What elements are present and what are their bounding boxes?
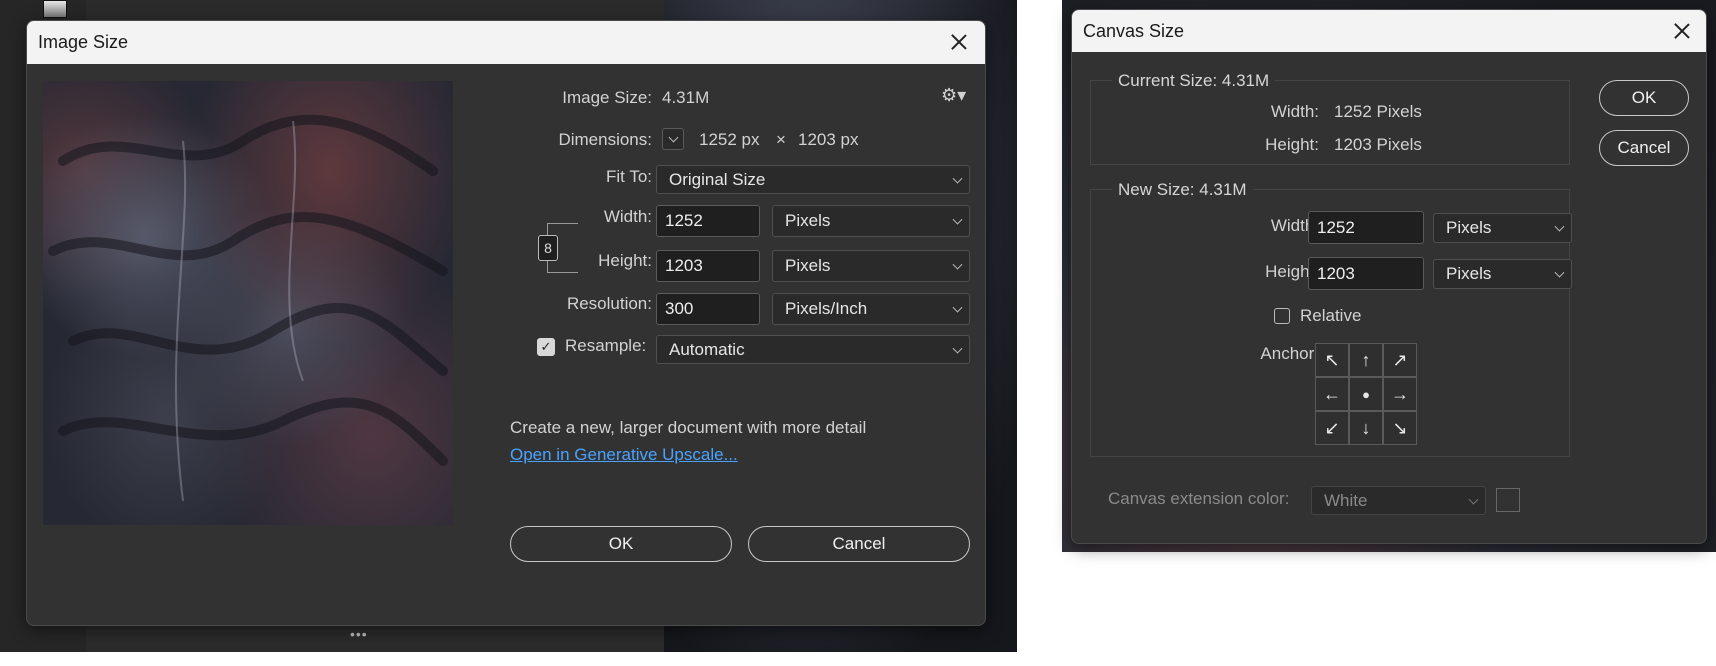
resample-value: Automatic <box>669 339 745 359</box>
height-label: Height: <box>598 251 652 270</box>
chevron-down-icon <box>952 259 963 270</box>
anchor-sw-icon[interactable]: ↙ <box>1315 411 1349 445</box>
width-label: Width: <box>603 207 652 226</box>
dimensions-times: × <box>776 130 786 149</box>
extension-color-swatch[interactable] <box>1496 488 1520 512</box>
resolution-unit-select[interactable]: Pixels/Inch <box>772 293 970 325</box>
height-unit-value: Pixels <box>785 256 831 275</box>
current-size-group <box>1090 80 1570 165</box>
canvas-height-input[interactable]: 1203 <box>1308 257 1424 290</box>
close-icon[interactable] <box>1674 23 1690 39</box>
image-size-dialog: Image Size Image Size: 4.31M ⚙▾ Dimensio… <box>26 20 986 626</box>
anchor-w-icon[interactable]: ← <box>1315 377 1349 411</box>
dimensions-height: 1203 px <box>798 130 859 149</box>
fit-to-select[interactable]: Original Size <box>656 165 970 194</box>
canvas-cancel-button[interactable]: Cancel <box>1599 130 1689 166</box>
chevron-down-icon <box>1554 267 1565 278</box>
extension-color-label: Canvas extension color: <box>1108 489 1290 508</box>
chevron-down-icon <box>952 302 963 313</box>
width-value: 1252 <box>665 211 703 230</box>
ok-label: OK <box>608 534 634 553</box>
chevron-down-icon <box>952 173 963 184</box>
canvas-width-value: 1252 <box>1317 217 1355 237</box>
canvas-size-dialog: Canvas Size Current Size: 4.31M Width: 1… <box>1071 9 1707 544</box>
image-size-value: 4.31M <box>662 88 710 107</box>
image-size-label: Image Size: <box>562 88 652 107</box>
constrain-link-icon[interactable]: 8 <box>538 235 558 261</box>
canvas-cancel-label: Cancel <box>1617 138 1671 157</box>
fit-to-label: Fit To: <box>606 167 652 186</box>
height-value: 1203 <box>665 256 703 275</box>
cancel-button[interactable]: Cancel <box>748 526 970 562</box>
dimensions-width: 1252 px <box>699 130 760 149</box>
anchor-nw-icon[interactable]: ↖ <box>1315 343 1349 377</box>
canvas-width-unit-value: Pixels <box>1446 218 1492 237</box>
dimensions-dropdown-button[interactable] <box>662 128 684 150</box>
relative-label: Relative <box>1300 306 1362 325</box>
canvas-ok-label: OK <box>1631 88 1657 107</box>
canvas-height-unit-select[interactable]: Pixels <box>1433 259 1572 289</box>
chevron-down-icon <box>952 214 963 225</box>
dialog-title: Image Size <box>38 32 129 52</box>
height-input[interactable]: 1203 <box>656 250 760 282</box>
resolution-unit-value: Pixels/Inch <box>785 299 868 318</box>
relative-checkbox[interactable] <box>1274 308 1290 324</box>
chevron-down-icon <box>952 343 963 354</box>
current-width-value: 1252 Pixels <box>1334 102 1422 121</box>
chevron-down-icon <box>1554 221 1565 232</box>
ok-button[interactable]: OK <box>510 526 732 562</box>
new-size-title: New Size: 4.31M <box>1112 180 1253 200</box>
canvas-height-unit-value: Pixels <box>1446 264 1492 283</box>
preview-texture <box>48 114 448 502</box>
gear-icon[interactable]: ⚙▾ <box>941 85 966 106</box>
resample-label: Resample: <box>565 336 647 355</box>
anchor-grid: ↖ ↑ ↗ ← ● → ↙ ↓ ↘ <box>1315 343 1417 445</box>
canvas-width-input[interactable]: 1252 <box>1308 211 1424 244</box>
anchor-n-icon[interactable]: ↑ <box>1349 343 1383 377</box>
resample-checkbox[interactable]: ✓ <box>537 338 555 356</box>
generative-upscale-link[interactable]: Open in Generative Upscale... <box>510 445 738 465</box>
upscale-description: Create a new, larger document with more … <box>510 418 867 437</box>
anchor-s-icon[interactable]: ↓ <box>1349 411 1383 445</box>
resolution-value: 300 <box>665 299 694 318</box>
dimensions-label: Dimensions: <box>558 130 652 149</box>
extension-color-value: White <box>1324 490 1368 510</box>
dialog-title: Canvas Size <box>1083 21 1185 41</box>
anchor-label: Anchor: <box>1260 344 1319 363</box>
canvas-height-value: 1203 <box>1317 263 1355 283</box>
anchor-center-icon[interactable]: ● <box>1349 377 1383 411</box>
anchor-se-icon[interactable]: ↘ <box>1383 411 1417 445</box>
canvas-width-unit-select[interactable]: Pixels <box>1433 213 1572 243</box>
current-size-title: Current Size: 4.31M <box>1112 71 1276 91</box>
width-unit-select[interactable]: Pixels <box>772 205 970 237</box>
current-height-value: 1203 Pixels <box>1334 135 1422 154</box>
chevron-down-icon <box>1468 494 1479 505</box>
width-unit-value: Pixels <box>785 211 831 230</box>
fit-to-value: Original Size <box>669 169 766 189</box>
image-size-titlebar: Image Size <box>27 21 985 64</box>
more-dots-icon[interactable]: ••• <box>350 626 368 642</box>
anchor-e-icon[interactable]: → <box>1383 377 1417 411</box>
anchor-ne-icon[interactable]: ↗ <box>1383 343 1417 377</box>
height-unit-select[interactable]: Pixels <box>772 250 970 282</box>
resolution-label: Resolution: <box>566 294 652 313</box>
canvas-ok-button[interactable]: OK <box>1599 80 1689 116</box>
extension-color-select[interactable]: White <box>1311 486 1486 515</box>
close-icon[interactable] <box>951 34 967 50</box>
chevron-down-icon <box>668 132 678 142</box>
current-height-label: Height: <box>1265 135 1319 154</box>
canvas-size-titlebar: Canvas Size <box>1072 10 1706 52</box>
width-input[interactable]: 1252 <box>656 205 760 237</box>
cancel-label: Cancel <box>832 534 886 553</box>
resolution-input[interactable]: 300 <box>656 293 760 325</box>
color-swatch-icon[interactable] <box>43 0 67 18</box>
resample-select[interactable]: Automatic <box>656 335 970 364</box>
current-width-label: Width: <box>1270 102 1319 121</box>
image-preview[interactable] <box>43 81 453 525</box>
